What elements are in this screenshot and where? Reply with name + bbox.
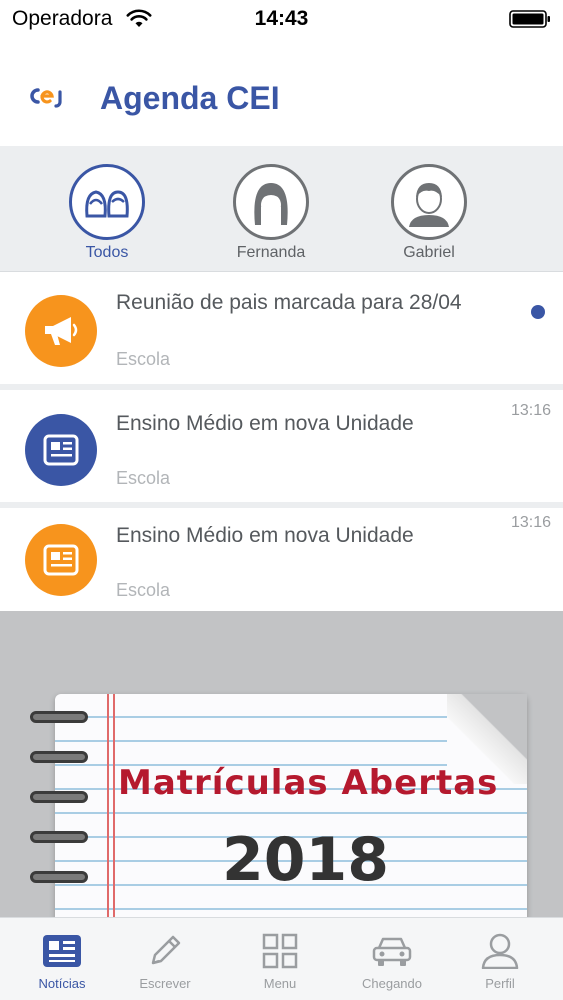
news-source: Escola [116, 580, 171, 600]
filter-fernanda[interactable]: Fernanda [216, 164, 326, 262]
banner-headline: Matrículas Abertas [118, 763, 499, 803]
spiral-ring [30, 751, 88, 763]
tab-label: Notícias [38, 976, 86, 991]
filter-label: Todos [85, 244, 129, 261]
newspaper-icon [25, 414, 97, 486]
grid-icon [259, 932, 301, 970]
cei-logo [30, 88, 62, 108]
filter-gabriel[interactable]: Gabriel [374, 164, 484, 262]
enrollment-banner[interactable]: Matrículas Abertas 2018 [0, 611, 563, 917]
news-source: Escola [116, 349, 171, 369]
tab-bar: Notícias Escrever Menu Chegando Perfil [0, 917, 563, 1000]
group-avatar-icon [69, 164, 145, 240]
news-time: 13:16 [510, 402, 551, 419]
unread-indicator [531, 305, 545, 319]
news-time: 13:16 [510, 514, 551, 531]
tab-chegando[interactable]: Chegando [342, 932, 442, 991]
spiral-ring [30, 791, 88, 803]
news-title: Ensino Médio em nova Unidade [116, 524, 414, 547]
student-filter-bar: Todos Fernanda Gabriel [0, 146, 563, 272]
news-title: Reunião de pais marcada para 28/04 [116, 291, 462, 314]
margin-line [113, 694, 115, 917]
filter-label: Fernanda [236, 244, 306, 261]
tab-escrever[interactable]: Escrever [115, 932, 215, 991]
status-bar: Operadora 14:43 [0, 0, 563, 40]
tab-label: Chegando [362, 976, 422, 991]
margin-line [107, 694, 109, 917]
news-item[interactable]: Ensino Médio em nova Unidade Escola 13:1… [0, 396, 563, 508]
battery-icon [509, 10, 550, 28]
tab-label: Escrever [139, 976, 191, 991]
boy-avatar-icon [391, 164, 467, 240]
app-header: Agenda CEI [0, 40, 563, 146]
girl-avatar-icon [233, 164, 309, 240]
pencil-icon [144, 932, 186, 970]
person-icon [479, 932, 521, 970]
tab-label: Menu [263, 976, 297, 991]
page-title: Agenda CEI [100, 80, 280, 116]
news-item[interactable]: Reunião de pais marcada para 28/04 Escol… [0, 273, 563, 390]
news-item[interactable]: Ensino Médio em nova Unidade Escola 13:1… [0, 508, 563, 611]
spiral-ring [30, 831, 88, 843]
news-icon [41, 932, 83, 970]
tab-noticias[interactable]: Notícias [12, 932, 112, 991]
newspaper-icon [25, 524, 97, 596]
tab-menu[interactable]: Menu [230, 932, 330, 991]
status-time: 14:43 [254, 7, 309, 30]
car-icon [371, 932, 413, 970]
megaphone-icon [25, 295, 97, 367]
banner-year: 2018 [222, 825, 389, 895]
spiral-ring [30, 871, 88, 883]
news-title: Ensino Médio em nova Unidade [116, 412, 414, 435]
tab-perfil[interactable]: Perfil [450, 932, 550, 991]
filter-label: Gabriel [403, 244, 455, 261]
filter-todos[interactable]: Todos [52, 164, 162, 262]
spiral-ring [30, 711, 88, 723]
tab-label: Perfil [485, 976, 515, 991]
news-source: Escola [116, 468, 171, 488]
